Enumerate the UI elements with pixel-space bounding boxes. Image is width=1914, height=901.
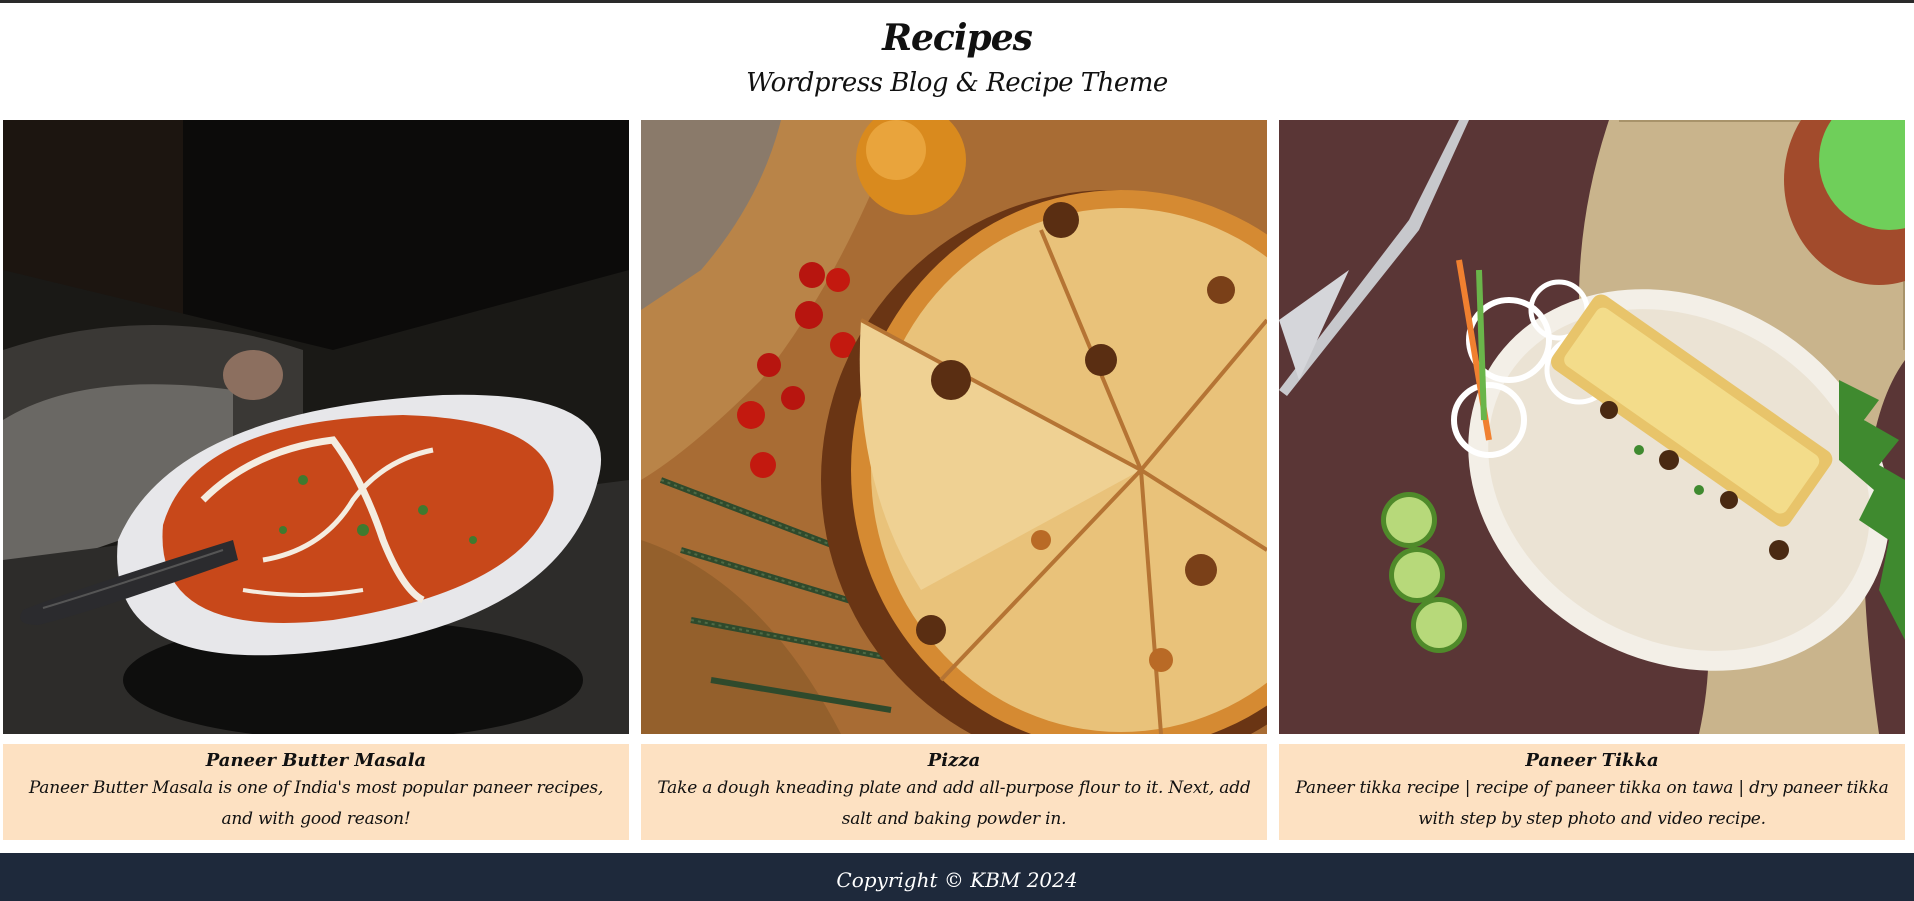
- recipe-description: Paneer Butter Masala is one of India's m…: [28, 778, 604, 829]
- recipe-caption: Paneer Tikka Paneer tikka recipe | recip…: [1279, 744, 1905, 840]
- recipe-title[interactable]: Pizza: [653, 749, 1255, 773]
- site-header: Recipes Wordpress Blog & Recipe Theme: [0, 3, 1914, 119]
- recipe-image-paneer-butter-masala[interactable]: [3, 120, 629, 734]
- recipe-title[interactable]: Paneer Tikka: [1291, 749, 1893, 773]
- recipe-image-pizza[interactable]: [641, 120, 1267, 734]
- recipe-card-paneer-butter-masala[interactable]: Paneer Butter Masala Paneer Butter Masal…: [3, 120, 629, 840]
- recipe-description: Take a dough kneading plate and add all-…: [657, 778, 1251, 829]
- recipe-title[interactable]: Paneer Butter Masala: [15, 749, 617, 773]
- copyright-text: Copyright © KBM 2024: [836, 868, 1078, 892]
- recipe-caption: Pizza Take a dough kneading plate and ad…: [641, 744, 1267, 840]
- recipe-caption: Paneer Butter Masala Paneer Butter Masal…: [3, 744, 629, 840]
- site-tagline: Wordpress Blog & Recipe Theme: [746, 68, 1168, 98]
- recipe-card-pizza[interactable]: Pizza Take a dough kneading plate and ad…: [641, 120, 1267, 840]
- site-title[interactable]: Recipes: [0, 17, 1914, 59]
- recipe-image-paneer-tikka[interactable]: [1279, 120, 1905, 734]
- recipe-card-paneer-tikka[interactable]: Paneer Tikka Paneer tikka recipe | recip…: [1279, 120, 1905, 840]
- site-footer: Copyright © KBM 2024: [0, 853, 1914, 901]
- recipe-description: Paneer tikka recipe | recipe of paneer t…: [1295, 778, 1889, 829]
